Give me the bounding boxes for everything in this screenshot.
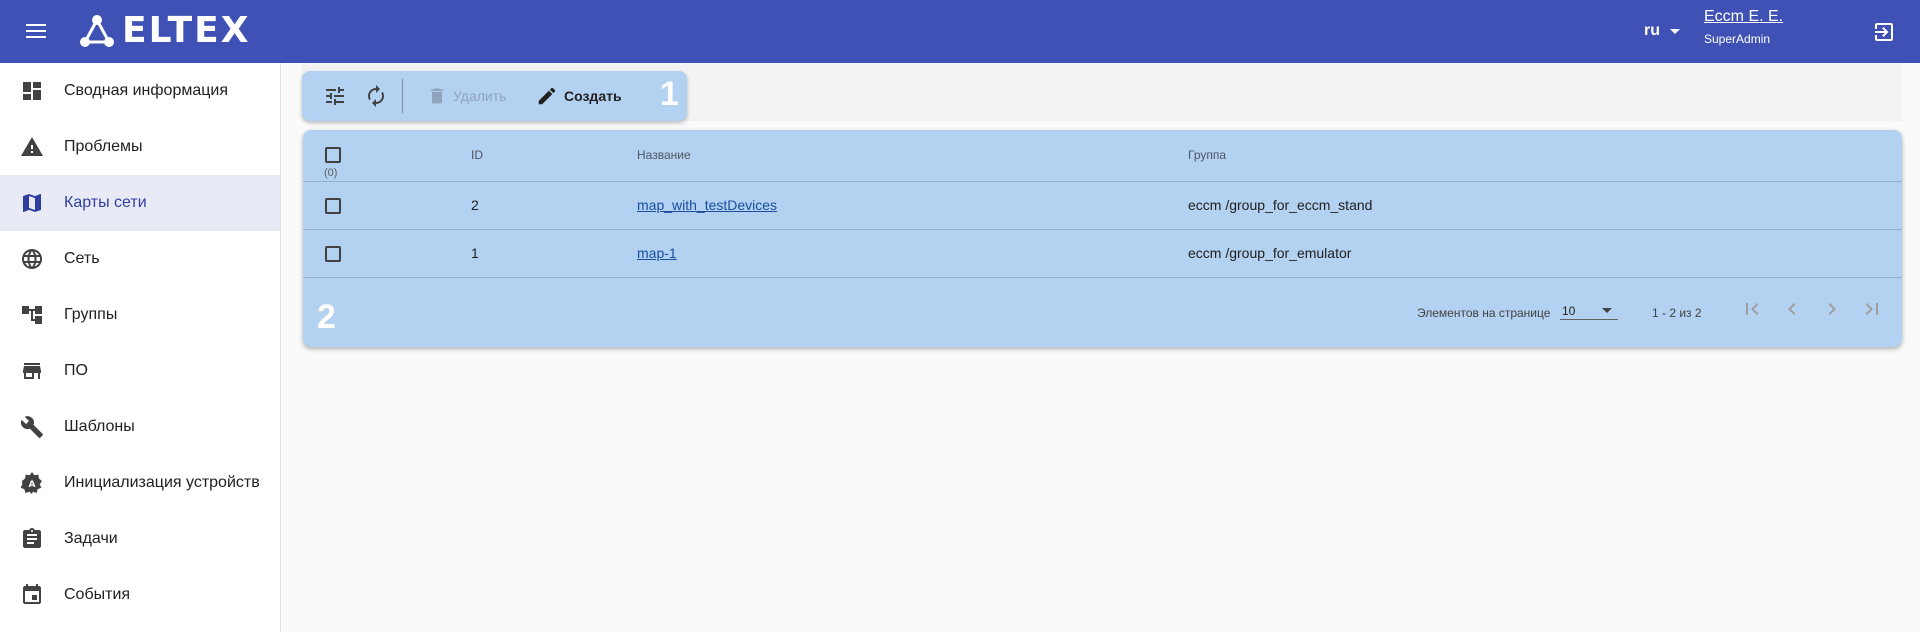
logo-text: ELTEX [122,10,251,51]
user-info: Eccm E. E. SuperAdmin [1704,8,1783,46]
svg-text:A: A [29,480,36,490]
sidebar-item-groups[interactable]: Группы [0,287,280,343]
sidebar-item-label: Сводная информация [64,82,228,99]
column-header-id[interactable]: ID [471,148,483,162]
last-page-icon[interactable] [1860,297,1884,321]
row-name: map_with_testDevices [637,197,777,213]
language-selector[interactable]: ru [1644,22,1680,40]
select-all-checkbox[interactable] [325,147,341,163]
sidebar-item-label: Сеть [64,250,100,267]
column-header-group[interactable]: Группа [1188,148,1226,162]
user-name-link[interactable]: Eccm E. E. [1704,8,1783,26]
caret-down-icon [1670,28,1680,34]
sidebar-item-label: Проблемы [64,138,143,155]
sidebar-item-label: События [64,586,131,603]
sidebar-item-problems[interactable]: Проблемы [0,119,280,175]
map-icon [23,194,41,212]
next-page-icon[interactable] [1820,297,1844,321]
sidebar-item-network-maps[interactable]: Карты сети [0,175,280,231]
sidebar-item-device-init[interactable]: A Инициализация устройств [0,455,280,511]
sidebar-item-dashboard[interactable]: Сводная информация [0,63,280,119]
delete-button[interactable]: Удалить [427,84,506,108]
map-name-link[interactable]: map_with_testDevices [637,197,777,213]
sidebar-item-templates[interactable]: Шаблоны [0,399,280,455]
pagination-range: 1 - 2 из 2 [1652,306,1702,320]
row-checkbox[interactable] [325,198,341,214]
toolbar-divider [402,79,403,113]
sidebar-item-label: ПО [64,362,88,379]
create-button-label: Создать [564,88,622,104]
annotation-marker-1: 1 [660,75,679,113]
row-id: 2 [471,197,479,213]
settings-a-icon: A [20,472,42,494]
filter-settings-icon[interactable] [322,84,348,108]
sidebar-item-software[interactable]: ПО [0,343,280,399]
prev-page-icon[interactable] [1780,297,1804,321]
table-row[interactable]: 2 map_with_testDevices eccm /group_for_e… [303,182,1902,230]
sidebar-item-network[interactable]: Сеть [0,231,280,287]
table-row[interactable]: 1 map-1 eccm /group_for_emulator [303,230,1902,278]
refresh-icon[interactable] [363,84,389,108]
row-id: 1 [471,245,479,261]
sidebar-item-label: Шаблоны [64,418,135,435]
wrench-icon [20,416,43,438]
sidebar-item-label: Группы [64,306,118,323]
dashboard-icon [23,82,41,100]
sidebar-item-label: Инициализация устройств [64,474,260,491]
table-header: (0) ID Название Группа [303,130,1902,182]
row-checkbox[interactable] [325,246,341,262]
selected-count: (0) [324,167,338,179]
per-page-label: Элементов на странице [1417,306,1551,320]
caret-down-icon [1602,308,1612,313]
column-header-name[interactable]: Название [637,148,691,162]
user-role: SuperAdmin [1704,32,1771,46]
delete-button-label: Удалить [453,88,507,104]
sidebar-item-label: Задачи [64,530,118,547]
maps-table: (0) ID Название Группа 2 map_with_testDe… [303,130,1902,347]
annotation-marker-2: 2 [317,298,336,336]
create-button[interactable]: Создать [536,84,622,108]
eltex-logo: ELTEX [78,12,250,50]
toolbar: Удалить Создать 1 [302,71,687,121]
language-label: ru [1644,22,1660,39]
calendar-icon [23,584,41,604]
warning-icon [21,137,43,156]
map-name-link[interactable]: map-1 [637,245,677,261]
top-app-bar: ELTEX ru Eccm E. E. SuperAdmin [0,0,1920,63]
clipboard-icon [23,528,41,548]
sidebar: Сводная информация Проблемы Карты сети С… [0,63,281,632]
sidebar-item-tasks[interactable]: Задачи [0,511,280,567]
sidebar-item-label: Карты сети [64,194,147,211]
tree-icon [22,306,42,324]
menu-icon[interactable] [20,20,52,44]
row-group: eccm /group_for_eccm_stand [1188,197,1373,213]
logout-icon[interactable] [1872,20,1896,44]
sidebar-item-events[interactable]: События [0,567,280,623]
row-group: eccm /group_for_emulator [1188,245,1352,261]
pencil-icon [538,87,556,105]
per-page-select[interactable]: 10 [1560,296,1618,320]
row-name: map-1 [637,245,677,261]
per-page-value: 10 [1562,304,1576,318]
globe-icon [22,249,42,269]
first-page-icon[interactable] [1740,297,1764,321]
trash-icon [431,88,443,104]
store-icon [23,363,41,379]
logo-mark-icon [80,15,114,47]
